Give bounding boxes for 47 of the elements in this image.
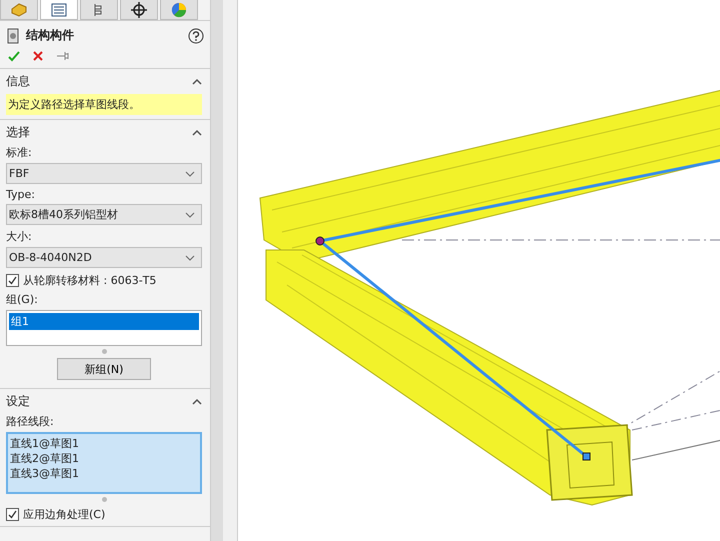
- field-label: 大小:: [6, 229, 33, 244]
- dropdown[interactable]: FBF: [6, 163, 202, 184]
- help-icon[interactable]: [188, 28, 204, 44]
- check-icon[interactable]: [8, 50, 20, 62]
- panel-tab[interactable]: [120, 0, 158, 20]
- segment-item[interactable]: 直线2@草图1: [10, 451, 198, 466]
- crosshair-icon: [131, 2, 147, 18]
- field-label: 组(G):: [6, 292, 39, 307]
- new-group-button[interactable]: 新组(N): [57, 358, 151, 380]
- dropdown[interactable]: 欧标8槽40系列铝型材: [6, 204, 202, 225]
- caret-icon: [185, 170, 195, 176]
- segment-item[interactable]: 直线1@草图1: [10, 436, 198, 451]
- section-title: 选择: [6, 124, 30, 141]
- color-wheel-icon: [171, 2, 187, 18]
- field-label: 路径线段:: [6, 414, 55, 429]
- group-item[interactable]: 组1: [9, 313, 199, 330]
- segment-item[interactable]: 直线3@草图1: [10, 466, 198, 481]
- field-label: 标准:: [6, 145, 33, 160]
- pin-icon[interactable]: [56, 50, 70, 62]
- collapse-icon[interactable]: [192, 128, 202, 136]
- resize-handle[interactable]: [102, 349, 106, 354]
- checkbox[interactable]: [6, 508, 19, 521]
- scrollbar[interactable]: [210, 0, 223, 541]
- group-list[interactable]: 组1: [6, 310, 202, 346]
- splitter-handle[interactable]: [223, 0, 238, 541]
- checkbox-label: 应用边角处理(C): [23, 507, 106, 522]
- field-label: Type:: [6, 188, 36, 201]
- section-title: 设定: [6, 393, 30, 410]
- collapse-icon[interactable]: [192, 398, 202, 406]
- path-segment-list[interactable]: 直线1@草图1 直线2@草图1 直线3@草图1: [6, 432, 202, 494]
- panel-tab[interactable]: [80, 0, 118, 20]
- caret-icon: [185, 212, 195, 218]
- panel-title: 结构构件: [26, 27, 74, 44]
- collapse-icon[interactable]: [192, 78, 202, 86]
- part-icon: [11, 2, 27, 16]
- message-text: 为定义路径选择草图线段。: [6, 94, 202, 115]
- checkmark-icon: [8, 276, 17, 285]
- dropdown[interactable]: OB-8-4040N2D: [6, 247, 202, 268]
- resize-handle[interactable]: [102, 497, 106, 502]
- panel-tab[interactable]: [40, 0, 78, 20]
- close-icon[interactable]: [32, 50, 44, 62]
- tree-list-icon: [51, 2, 67, 16]
- checkbox-label: 从轮廓转移材料 : 6063-T5: [23, 273, 156, 288]
- checkmark-icon: [8, 510, 17, 519]
- checkbox[interactable]: [6, 274, 19, 287]
- section-title: 信息: [6, 73, 30, 90]
- caret-icon: [185, 254, 195, 260]
